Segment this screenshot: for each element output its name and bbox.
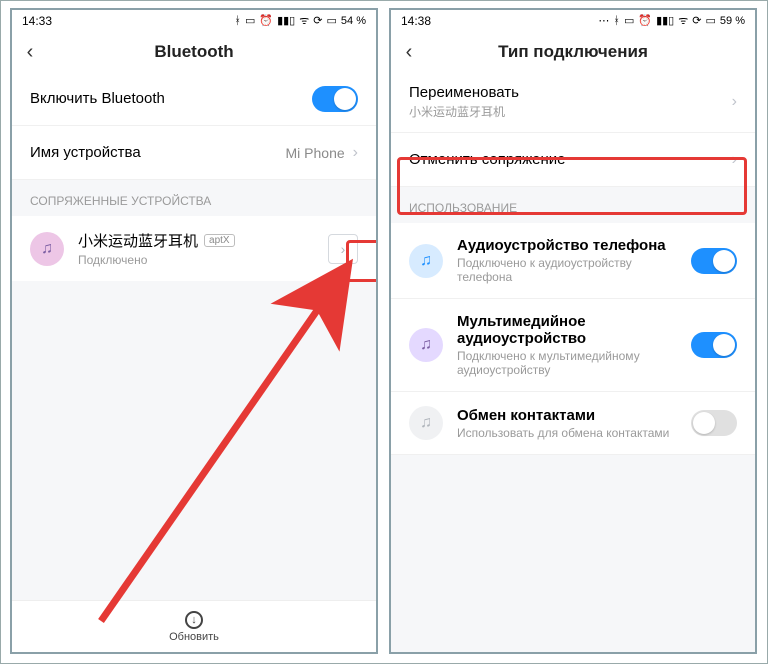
device-name-value: Mi Phone — [286, 145, 345, 161]
section-usage: ИСПОЛЬЗОВАНИЕ — [391, 187, 755, 223]
page-title: Bluetooth — [12, 42, 376, 62]
wifi-icon: ᯤ — [678, 16, 688, 27]
alarm-icon: ⏰ — [259, 16, 273, 27]
signal-icon: ▮▮▯ — [277, 16, 295, 27]
device-details-button[interactable]: › — [328, 234, 358, 264]
battery-text: 54 % — [341, 16, 366, 27]
vibrate-icon: ▭ — [245, 16, 255, 27]
battery-icon: ▭ — [327, 16, 337, 27]
chevron-right-icon: › — [353, 144, 358, 162]
more-icon: ⋯ — [598, 16, 609, 27]
device-name-label: Имя устройства — [30, 144, 286, 161]
section-paired: СОПРЯЖЕННЫЕ УСТРОЙСТВА — [12, 180, 376, 216]
usage-desc: Использовать для обмена контактами — [457, 426, 677, 440]
status-icons: ⋯ ᚼ ▭ ⏰ ▮▮▯ ᯤ ⟳ ▭ 59 % — [598, 16, 745, 27]
status-bar: 14:33 ᚼ ▭ ⏰ ▮▮▯ ᯤ ⟳ ▭ 54 % — [12, 10, 376, 32]
signal-icon: ▮▮▯ — [656, 16, 674, 27]
row-rename[interactable]: Переименовать 小米运动蓝牙耳机 › — [391, 72, 755, 133]
rename-label: Переименовать — [409, 84, 732, 101]
sync-icon: ⟳ — [692, 16, 701, 27]
paired-device-row[interactable]: ♫ 小米运动蓝牙耳机 aptX Подключено › — [12, 216, 376, 281]
usage-row-1[interactable]: ♫ Мультимедийное аудиоустройствоПодключен… — [391, 299, 755, 392]
refresh-icon: ↓ — [185, 611, 203, 629]
chevron-right-icon: › — [732, 93, 737, 111]
row-device-name[interactable]: Имя устройства Mi Phone › — [12, 126, 376, 180]
rename-sub: 小米运动蓝牙耳机 — [409, 103, 732, 120]
row-enable-bluetooth[interactable]: Включить Bluetooth — [12, 72, 376, 126]
device-status: Подключено — [78, 253, 235, 267]
row-unpair[interactable]: Отменить сопряжение › — [391, 133, 755, 187]
chevron-right-icon: › — [732, 151, 737, 169]
vibrate-icon: ▭ — [624, 16, 634, 27]
usage-desc: Подключено к аудиоустройству телефона — [457, 256, 677, 284]
headphones-icon: ♫ — [409, 406, 443, 440]
header: ‹ Bluetooth — [12, 32, 376, 72]
bluetooth-toggle[interactable] — [312, 86, 358, 112]
headphones-icon: ♫ — [409, 244, 443, 278]
usage-toggle[interactable] — [691, 332, 737, 358]
page-title: Тип подключения — [391, 42, 755, 62]
usage-title: Обмен контактами — [457, 407, 677, 424]
usage-title: Аудиоустройство телефона — [457, 237, 677, 254]
usage-desc: Подключено к мультимедийному аудиоустрой… — [457, 349, 677, 377]
usage-toggle[interactable] — [691, 410, 737, 436]
battery-icon: ▭ — [706, 16, 716, 27]
screenshot-right: 14:38 ⋯ ᚼ ▭ ⏰ ▮▮▯ ᯤ ⟳ ▭ 59 % ‹ Тип подкл… — [389, 8, 757, 654]
bt-label: Включить Bluetooth — [30, 90, 312, 107]
usage-row-2[interactable]: ♫ Обмен контактами Использовать для обмена… — [391, 392, 755, 455]
wifi-icon: ᯤ — [299, 16, 309, 27]
alarm-icon: ⏰ — [638, 16, 652, 27]
status-time: 14:33 — [22, 14, 52, 28]
refresh-label: Обновить — [169, 631, 219, 643]
usage-row-0[interactable]: ♫ Аудиоустройство телефона Подключено к ау… — [391, 223, 755, 299]
device-name: 小米运动蓝牙耳机 — [78, 230, 198, 251]
battery-text: 59 % — [720, 16, 745, 27]
sync-icon: ⟳ — [313, 16, 322, 27]
bluetooth-icon: ᚼ — [613, 16, 620, 27]
unpair-label: Отменить сопряжение — [409, 151, 732, 168]
bluetooth-icon: ᚼ — [234, 16, 241, 27]
usage-toggle[interactable] — [691, 248, 737, 274]
refresh-button[interactable]: ↓ Обновить — [12, 600, 376, 652]
screenshot-left: 14:33 ᚼ ▭ ⏰ ▮▮▯ ᯤ ⟳ ▭ 54 % ‹ Bluetooth В… — [10, 8, 378, 654]
status-bar: 14:38 ⋯ ᚼ ▭ ⏰ ▮▮▯ ᯤ ⟳ ▭ 59 % — [391, 10, 755, 32]
header: ‹ Тип подключения — [391, 32, 755, 72]
headphones-icon: ♫ — [30, 232, 64, 266]
status-time: 14:38 — [401, 14, 431, 28]
codec-badge: aptX — [204, 234, 235, 247]
headphones-icon: ♫ — [409, 328, 443, 362]
usage-title: Мультимедийное аудиоустройство — [457, 313, 677, 347]
status-icons: ᚼ ▭ ⏰ ▮▮▯ ᯤ ⟳ ▭ 54 % — [234, 16, 366, 27]
